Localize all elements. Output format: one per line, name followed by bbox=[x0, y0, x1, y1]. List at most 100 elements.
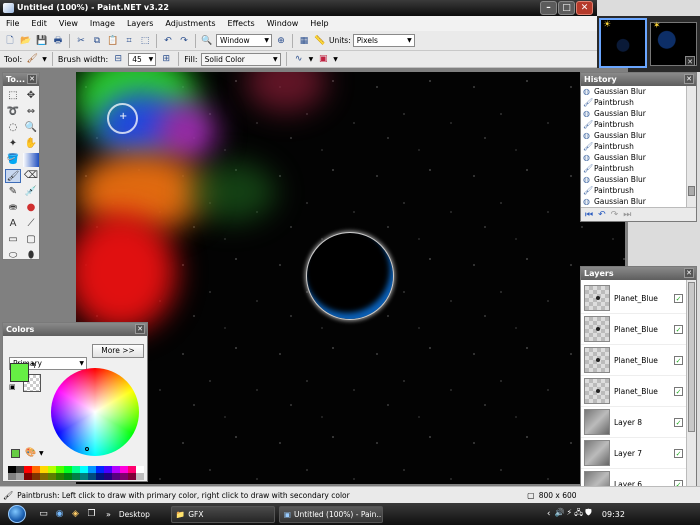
palette-swatch[interactable] bbox=[112, 473, 120, 480]
image-canvas[interactable]: + bbox=[76, 72, 625, 484]
palette-swatch[interactable] bbox=[64, 466, 72, 473]
browser-icon[interactable]: ◉ bbox=[53, 508, 66, 521]
primary-color-swatch[interactable] bbox=[10, 363, 29, 382]
new-icon[interactable]: 🗋 bbox=[3, 34, 17, 48]
palette-swatch[interactable] bbox=[8, 466, 16, 473]
menu-file[interactable]: File bbox=[0, 16, 25, 31]
thumbnail-close-icon[interactable]: ✕ bbox=[685, 56, 695, 66]
close-icon[interactable]: ✕ bbox=[684, 268, 694, 278]
fill-combo[interactable]: Solid Color ▼ bbox=[200, 52, 281, 66]
rewind-icon[interactable]: ⏮ bbox=[585, 210, 593, 220]
copy-icon[interactable]: ⧉ bbox=[90, 34, 104, 48]
layer-visibility-checkbox[interactable]: ✓ bbox=[674, 417, 683, 427]
media-icon[interactable]: ◈ bbox=[69, 508, 82, 521]
palette-swatch[interactable] bbox=[112, 466, 120, 473]
layer-item[interactable]: Layer 7 ✓ bbox=[581, 438, 686, 469]
redo-icon[interactable]: ↷ bbox=[611, 210, 619, 220]
layer-item[interactable]: Layer 8 ✓ bbox=[581, 407, 686, 438]
layer-item[interactable]: Planet_Blue ✓ bbox=[581, 283, 686, 314]
menu-layers[interactable]: Layers bbox=[121, 16, 159, 31]
ellipse-icon[interactable]: ⬭ bbox=[5, 249, 21, 263]
move-selected-icon[interactable]: ⇔ bbox=[23, 105, 39, 119]
palette-menu-icon[interactable]: 🎨 bbox=[25, 448, 36, 458]
scroll-thumb[interactable] bbox=[688, 186, 695, 196]
palette-swatch[interactable] bbox=[136, 466, 144, 473]
rulers-icon[interactable]: 📏 bbox=[313, 34, 327, 48]
lasso-icon[interactable]: ➰ bbox=[5, 105, 21, 119]
menu-adjustments[interactable]: Adjustments bbox=[159, 16, 221, 31]
recolor-icon[interactable]: ● bbox=[23, 201, 39, 215]
palette-swatch[interactable] bbox=[136, 473, 144, 480]
palette-swatch[interactable] bbox=[96, 473, 104, 480]
undo-icon[interactable]: ↶ bbox=[161, 34, 175, 48]
cut-icon[interactable]: ✂ bbox=[74, 34, 88, 48]
menu-image[interactable]: Image bbox=[84, 16, 121, 31]
palette-swatch[interactable] bbox=[80, 466, 88, 473]
palette-swatch[interactable] bbox=[128, 473, 136, 480]
line-curve-icon[interactable]: ⟋ bbox=[23, 217, 39, 231]
pan-icon[interactable]: ✋ bbox=[23, 137, 39, 151]
history-item[interactable]: ◍ Gaussian Blur bbox=[581, 196, 696, 207]
show-desktop-icon[interactable]: ▭ bbox=[37, 508, 50, 521]
palette-swatch[interactable] bbox=[120, 473, 128, 480]
brush-width-input[interactable]: 45 ▼ bbox=[128, 52, 157, 66]
history-item[interactable]: 🖌 Paintbrush bbox=[581, 141, 696, 152]
image-thumbnail-1[interactable]: ☀ bbox=[599, 18, 647, 68]
history-item[interactable]: 🖌 Paintbrush bbox=[581, 185, 696, 196]
palette-swatch[interactable] bbox=[48, 466, 56, 473]
save-icon[interactable]: 💾 bbox=[35, 34, 49, 48]
freeform-shape-icon[interactable]: ⬮ bbox=[23, 249, 39, 263]
paint-bucket-icon[interactable]: 🪣 bbox=[5, 153, 21, 167]
history-item[interactable]: 🖌 Paintbrush bbox=[581, 97, 696, 108]
palette-swatch[interactable] bbox=[120, 466, 128, 473]
menu-effects[interactable]: Effects bbox=[222, 16, 261, 31]
layer-visibility-checkbox[interactable]: ✓ bbox=[674, 355, 683, 365]
ellipse-select-icon[interactable]: ◌ bbox=[5, 121, 21, 135]
paste-icon[interactable]: 📋 bbox=[106, 34, 120, 48]
rectangle-select-icon[interactable]: ⬚ bbox=[5, 89, 21, 103]
deselect-icon[interactable]: ⬚ bbox=[138, 34, 152, 48]
close-button[interactable]: ✕ bbox=[576, 1, 593, 15]
zoom-window-combo[interactable]: Window ▼ bbox=[216, 34, 272, 47]
blend-mode-icon[interactable]: ▣ bbox=[316, 52, 330, 66]
magic-wand-icon[interactable]: ✦ bbox=[5, 137, 21, 151]
layer-item[interactable]: Planet_Blue ✓ bbox=[581, 314, 686, 345]
pencil-icon[interactable]: ✎ bbox=[5, 185, 21, 199]
zoom-icon[interactable]: 🔍 bbox=[200, 34, 214, 48]
print-icon[interactable]: 🖶 bbox=[51, 34, 65, 48]
decrease-icon[interactable]: ⊟ bbox=[111, 52, 125, 66]
paintbrush-icon[interactable]: 🖌 bbox=[25, 52, 39, 66]
palette-swatch[interactable] bbox=[80, 473, 88, 480]
palette-swatch[interactable] bbox=[96, 466, 104, 473]
layer-visibility-checkbox[interactable]: ✓ bbox=[674, 386, 683, 396]
palette-swatch[interactable] bbox=[24, 466, 32, 473]
grid-icon[interactable]: ▦ bbox=[297, 34, 311, 48]
palette-swatch[interactable] bbox=[104, 466, 112, 473]
units-combo[interactable]: Pixels ▼ bbox=[352, 34, 415, 47]
close-icon[interactable]: ✕ bbox=[684, 74, 694, 84]
swap-colors-icon[interactable]: ↰ bbox=[30, 361, 37, 370]
layer-visibility-checkbox[interactable]: ✓ bbox=[674, 448, 683, 458]
layer-item[interactable]: Layer 6 ✓ bbox=[581, 469, 686, 487]
palette-swatch[interactable] bbox=[40, 466, 48, 473]
palette-swatch[interactable] bbox=[16, 466, 24, 473]
history-item[interactable]: 🖌 Paintbrush bbox=[581, 163, 696, 174]
blend-dropdown-icon[interactable]: ▼ bbox=[333, 56, 338, 63]
increase-icon[interactable]: ⊞ bbox=[159, 52, 173, 66]
palette-swatch[interactable] bbox=[88, 466, 96, 473]
history-item[interactable]: ◍ Gaussian Blur bbox=[581, 108, 696, 119]
open-icon[interactable]: 📂 bbox=[19, 34, 33, 48]
start-button[interactable] bbox=[0, 503, 34, 525]
menu-edit[interactable]: Edit bbox=[25, 16, 53, 31]
history-item[interactable]: ◍ Gaussian Blur bbox=[581, 152, 696, 163]
scroll-thumb[interactable] bbox=[688, 282, 695, 432]
history-scrollbar[interactable] bbox=[686, 86, 696, 208]
redo-icon[interactable]: ↷ bbox=[177, 34, 191, 48]
close-icon[interactable]: ✕ bbox=[27, 74, 37, 84]
palette-swatch[interactable] bbox=[24, 473, 32, 480]
history-item[interactable]: ◍ Gaussian Blur bbox=[581, 86, 696, 97]
palette-swatch[interactable] bbox=[128, 466, 136, 473]
color-picker-icon[interactable]: 💉 bbox=[23, 185, 39, 199]
crop-icon[interactable]: ⌗ bbox=[122, 34, 136, 48]
palette-swatch[interactable] bbox=[32, 466, 40, 473]
